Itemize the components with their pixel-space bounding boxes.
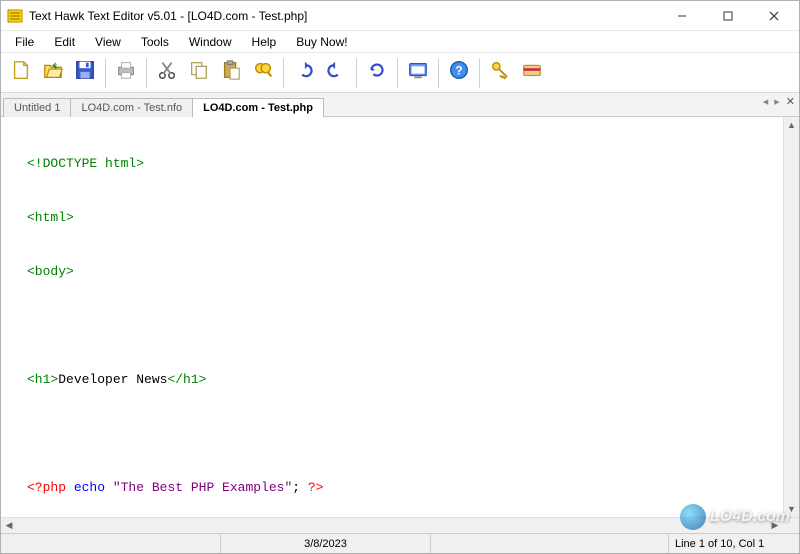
scroll-left-icon[interactable]: ◀ [1,518,17,534]
menu-file[interactable]: File [5,33,44,51]
status-stretch [431,534,669,553]
cut-icon [156,59,178,86]
toolbar-separator [438,58,439,88]
scroll-corner [783,518,799,534]
toolbar-separator [105,58,106,88]
editor-area: <!DOCTYPE html> <html> <body> <h1>Develo… [1,117,799,517]
titlebar: Text Hawk Text Editor v5.01 - [LO4D.com … [1,1,799,31]
copy-button[interactable] [184,58,214,88]
code-token: "The Best PHP Examples" [105,480,292,495]
paste-button[interactable] [216,58,246,88]
toolbar-separator [356,58,357,88]
scroll-down-icon[interactable]: ▼ [784,501,800,517]
refresh-button[interactable] [362,58,392,88]
menu-help[interactable]: Help [242,33,287,51]
minimize-button[interactable] [659,1,705,31]
undo-button[interactable] [289,58,319,88]
status-date: 3/8/2023 [221,534,431,553]
scroll-track[interactable] [18,520,766,532]
vertical-scrollbar[interactable]: ▲ ▼ [783,117,799,517]
tab-next-button[interactable]: ▸ [774,95,780,108]
tab-untitled-1[interactable]: Untitled 1 [3,98,71,117]
tab-nav: ◂ ▸ ✕ [763,95,795,108]
save-icon [74,59,96,86]
register-button[interactable] [485,58,515,88]
scroll-right-icon[interactable]: ▶ [767,518,783,534]
save-button[interactable] [70,58,100,88]
app-window: Text Hawk Text Editor v5.01 - [LO4D.com … [0,0,800,554]
window-title: Text Hawk Text Editor v5.01 - [LO4D.com … [29,9,307,23]
find-button[interactable] [248,58,278,88]
preview-icon [407,59,429,86]
print-button[interactable] [111,58,141,88]
card-icon [521,59,543,86]
menu-buy-now[interactable]: Buy Now! [286,33,357,51]
help-icon: ? [448,59,470,86]
refresh-icon [366,59,388,86]
status-blank [1,534,221,553]
code-token: <h1> [27,372,58,387]
menubar: File Edit View Tools Window Help Buy Now… [1,31,799,53]
purchase-button[interactable] [517,58,547,88]
redo-button[interactable] [321,58,351,88]
code-token: <body> [27,264,74,279]
print-icon [115,59,137,86]
open-file-icon [42,59,64,86]
new-file-icon [10,59,32,86]
code-token: ?> [300,480,323,495]
code-editor[interactable]: <!DOCTYPE html> <html> <body> <h1>Develo… [27,117,799,517]
new-file-button[interactable] [6,58,36,88]
close-button[interactable] [751,1,797,31]
horizontal-scrollbar[interactable]: ◀ ▶ [1,517,799,533]
code-token: <!DOCTYPE html> [27,156,144,171]
code-token: ; [292,480,300,495]
redo-icon [325,59,347,86]
code-token: <html> [27,210,74,225]
svg-text:?: ? [455,64,462,78]
menu-edit[interactable]: Edit [44,33,85,51]
menu-tools[interactable]: Tools [131,33,179,51]
undo-icon [293,59,315,86]
scroll-up-icon[interactable]: ▲ [784,117,800,133]
cut-button[interactable] [152,58,182,88]
statusbar: 3/8/2023 Line 1 of 10, Col 1 [1,533,799,553]
toolbar-separator [397,58,398,88]
tabstrip: Untitled 1 LO4D.com - Test.nfo LO4D.com … [1,93,799,117]
code-token: </h1> [167,372,206,387]
toolbar: ? [1,53,799,93]
paste-icon [220,59,242,86]
code-token: echo [66,480,105,495]
menu-view[interactable]: View [85,33,131,51]
preview-button[interactable] [403,58,433,88]
maximize-button[interactable] [705,1,751,31]
code-token: <?php [27,480,66,495]
find-icon [252,59,274,86]
open-file-button[interactable] [38,58,68,88]
tab-close-button[interactable]: ✕ [786,95,795,108]
status-position: Line 1 of 10, Col 1 [669,534,799,553]
code-token: Developer News [58,372,167,387]
gutter [1,117,27,517]
help-button[interactable]: ? [444,58,474,88]
key-icon [489,59,511,86]
copy-icon [188,59,210,86]
tab-test-php[interactable]: LO4D.com - Test.php [192,98,324,117]
toolbar-separator [146,58,147,88]
menu-window[interactable]: Window [179,33,242,51]
toolbar-separator [283,58,284,88]
toolbar-separator [479,58,480,88]
tab-prev-button[interactable]: ◂ [763,95,769,108]
tab-test-nfo[interactable]: LO4D.com - Test.nfo [70,98,193,117]
app-icon [7,8,23,24]
